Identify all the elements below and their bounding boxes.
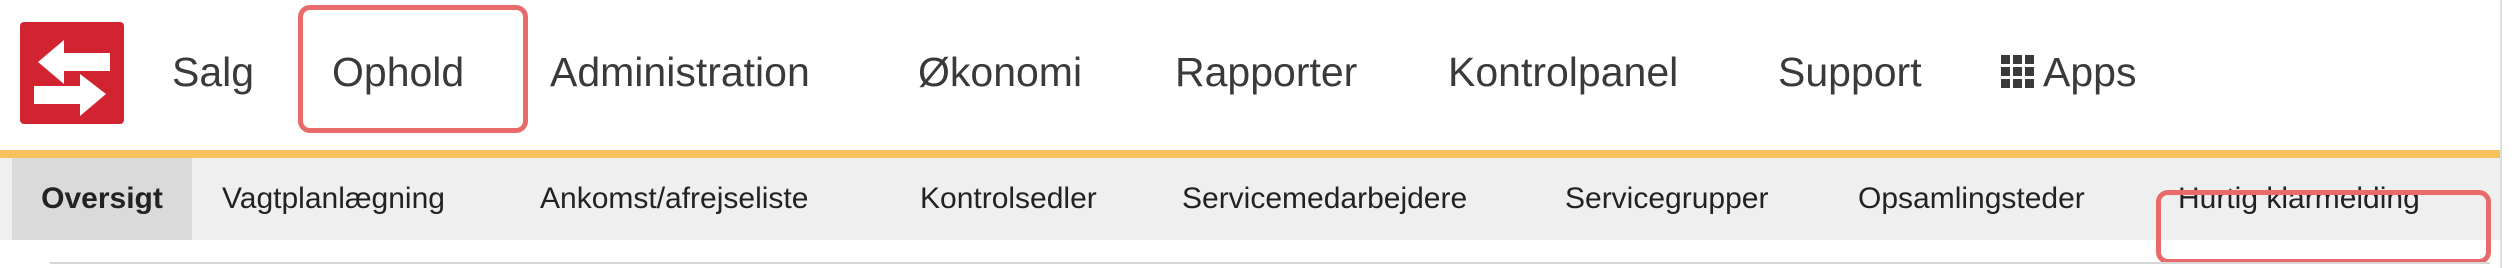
nav-item-okonomi[interactable]: Økonomi	[918, 44, 1082, 100]
sf-logo-icon[interactable]	[20, 22, 124, 124]
subnav-item-hurtig-klarmelding[interactable]: Hurtig klarmelding	[2178, 158, 2420, 240]
subnav-item-oversigt[interactable]: Oversigt	[12, 158, 192, 240]
nav-item-support[interactable]: Support	[1778, 44, 1922, 100]
subnav-item-opsamlingsteder[interactable]: Opsamlingsteder	[1858, 158, 2085, 240]
subnav-item-vagtplanlaegning[interactable]: Vagtplanlægning	[222, 158, 445, 240]
subnav-item-kontrolsedler[interactable]: Kontrolsedler	[920, 158, 1097, 240]
nav-item-rapporter[interactable]: Rapporter	[1175, 44, 1357, 100]
subnav-item-ankomst-afrejseliste[interactable]: Ankomst/afrejseliste	[540, 158, 808, 240]
subnav-item-servicegrupper[interactable]: Servicegrupper	[1565, 158, 1768, 240]
nav-item-apps[interactable]: Apps	[2001, 44, 2136, 100]
content-divider	[50, 262, 2490, 264]
apps-grid-icon	[2001, 55, 2035, 89]
subnav-item-servicemedarbejdere[interactable]: Servicemedarbejdere	[1182, 158, 1467, 240]
nav-item-apps-label: Apps	[2043, 49, 2137, 95]
scrollbar-edge	[2500, 0, 2502, 268]
nav-item-kontrolpanel[interactable]: Kontrolpanel	[1448, 44, 1678, 100]
accent-line	[0, 150, 2500, 158]
top-navigation-bar: Salg Ophold Administration Økonomi Rappo…	[0, 0, 2500, 150]
nav-item-administration[interactable]: Administration	[550, 44, 810, 100]
nav-item-ophold[interactable]: Ophold	[332, 44, 464, 100]
nav-item-salg[interactable]: Salg	[172, 44, 254, 100]
